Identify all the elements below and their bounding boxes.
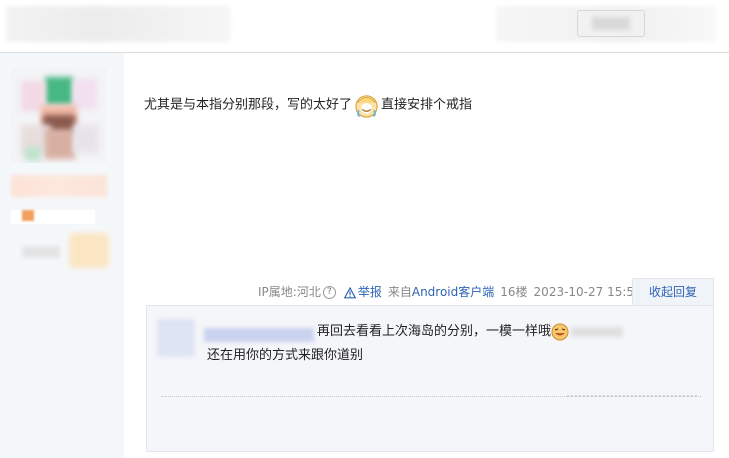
header-button[interactable]	[577, 10, 645, 37]
report-link[interactable]: 举报	[343, 285, 382, 299]
help-icon[interactable]: ?	[322, 286, 336, 299]
report-label: 举报	[357, 285, 382, 299]
post-content-area: 尤其是与本指分别那段，写的太好了 直接安排个戒指 IP属地:河北? 举报 来自And…	[124, 53, 729, 458]
crying-face-emoji-icon	[355, 95, 378, 118]
level-badge-icon	[22, 210, 34, 221]
blurred-header-left	[6, 6, 231, 42]
avatar[interactable]	[11, 67, 107, 163]
post-datetime: 2023-10-27 15:50	[533, 285, 642, 299]
user-stat-blurred	[22, 246, 60, 258]
collapse-replies-button[interactable]: 收起回复	[632, 278, 714, 306]
blurred-trailing-text	[571, 326, 624, 337]
user-sidebar	[0, 53, 124, 458]
post-meta: IP属地:河北? 举报 来自Android客户端 16楼 2023-10-27 15:5…	[258, 282, 642, 302]
reply-username-blurred[interactable]	[204, 328, 314, 342]
source-prefix: 来自	[387, 285, 412, 299]
reply-divider-accent	[567, 395, 697, 397]
reply-list: 再回去看看上次海岛的分别，一模一样哦 还在用你的方式来跟你道别	[146, 305, 714, 452]
reply-avatar[interactable]	[157, 319, 195, 357]
post-body: 尤其是与本指分别那段，写的太好了 直接安排个戒指	[144, 92, 472, 119]
user-medal-icon	[69, 233, 109, 268]
source-client-link[interactable]: Android客户端	[412, 285, 494, 299]
ip-location: IP属地:河北	[258, 285, 321, 299]
reply-text-line2: 还在用你的方式来跟你道别	[207, 348, 364, 363]
top-bar	[0, 0, 729, 53]
post-text-before: 尤其是与本指分别那段，写的太好了	[144, 97, 353, 113]
warning-triangle-icon	[343, 286, 356, 298]
user-level-row	[11, 210, 95, 224]
blurred-button-label	[592, 17, 630, 30]
reply-text: 再回去看看上次海岛的分别，一模一样哦	[317, 324, 552, 339]
reply-text-line1: 再回去看看上次海岛的分别，一模一样哦	[317, 322, 624, 342]
floor-number: 16楼	[500, 285, 528, 299]
post-text-after: 直接安排个戒指	[381, 97, 473, 113]
laughing-face-emoji-icon	[551, 323, 569, 340]
username-blurred[interactable]	[11, 175, 107, 197]
